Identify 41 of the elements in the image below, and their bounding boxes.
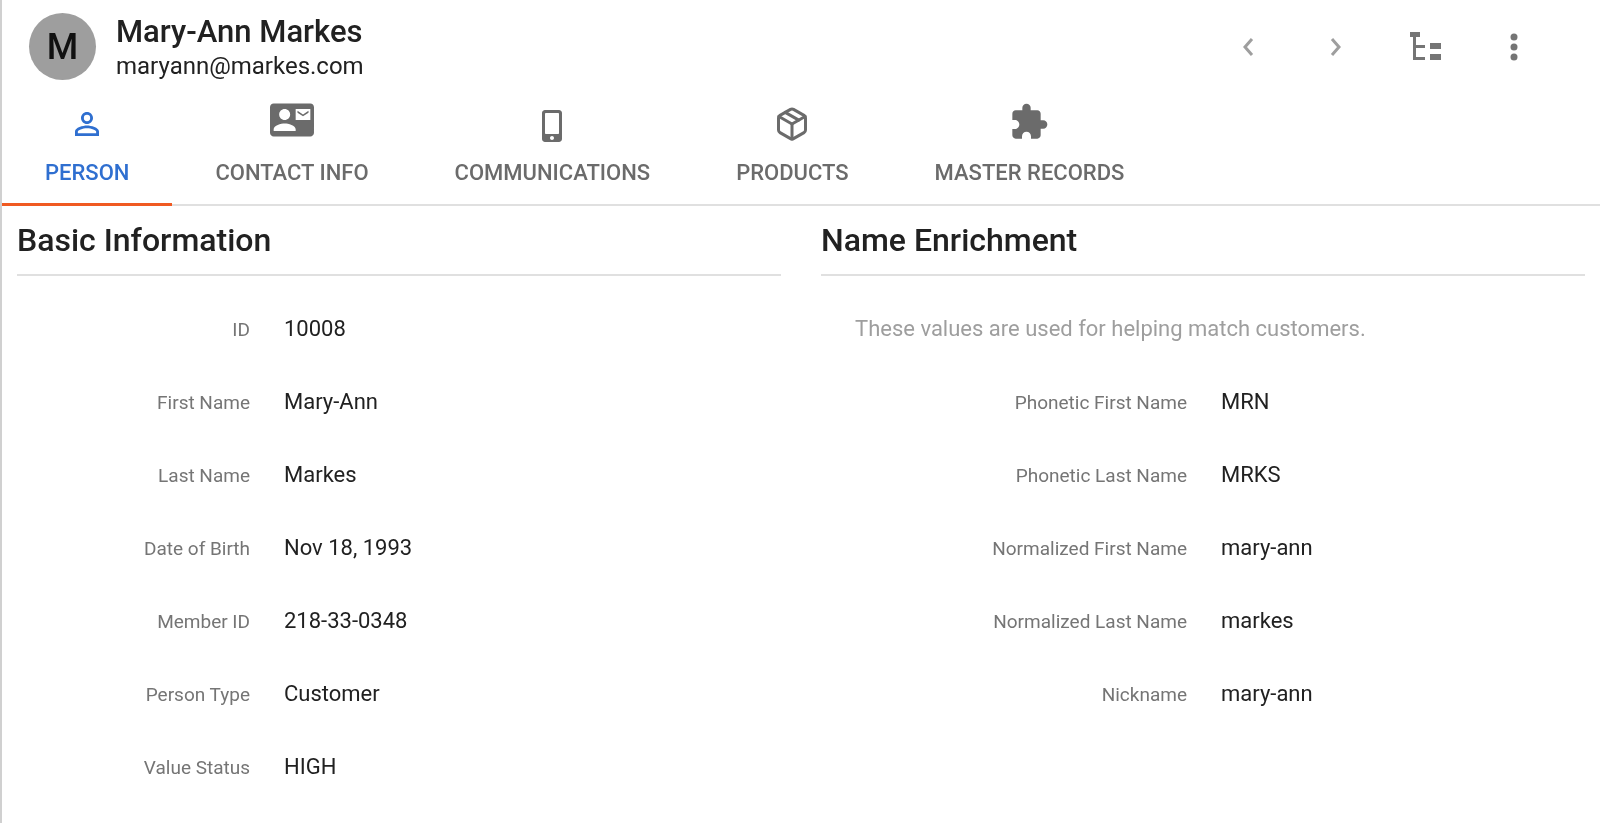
field-label: Date of Birth [143,536,250,562]
field-value: MRN [1221,388,1270,416]
field-label: Normalized First Name [991,536,1187,562]
field-label: ID [231,317,250,343]
field-value: Nov 18, 1993 [284,534,413,562]
field-label: Phonetic First Name [1013,390,1187,416]
person-email: maryann@markes.com [116,50,364,81]
field-label: Nickname [1100,682,1187,708]
tab[interactable]: COMMUNICATIONS [411,93,694,206]
field-label: Person Type [144,682,250,708]
field-label: Member ID [156,609,250,635]
field-value: MRKS [1221,461,1281,489]
tab[interactable]: CONTACT INFO [172,93,412,206]
field-value: Mary-Ann [284,388,378,416]
field-value: markes [1221,607,1294,635]
mobile-phone-icon [542,110,563,142]
puzzle-icon [1009,102,1050,142]
field-value: mary-ann [1221,534,1313,562]
field-value: 218-33-0348 [284,607,408,635]
tab[interactable]: PRODUCTS [693,93,892,206]
more-vertical-icon [1510,32,1518,61]
chevron-left-icon [1242,36,1254,57]
hierarchy-icon [1410,31,1442,62]
avatar: M [29,13,96,81]
field-value: HIGH [284,753,337,781]
field-label: Value Status [142,755,250,781]
field-label: Normalized Last Name [992,609,1187,635]
field-value: Customer [284,680,380,708]
section-description: These values are used for helping match customers. [855,316,1366,341]
field-value: Markes [284,461,357,489]
field-value: 10008 [284,315,346,343]
field-label: Phonetic Last Name [1014,463,1187,489]
person-name: Mary-Ann Markes [116,12,364,51]
field-label: Last Name [157,463,250,489]
field-label: First Name [156,390,250,416]
tab[interactable]: PERSON [2,93,173,206]
section-title: Basic Information [17,206,781,276]
field-value: mary-ann [1221,680,1313,708]
section-title: Name Enrichment [821,206,1585,276]
chevron-right-icon [1330,36,1342,57]
tab[interactable]: MASTER RECORDS [891,93,1168,206]
